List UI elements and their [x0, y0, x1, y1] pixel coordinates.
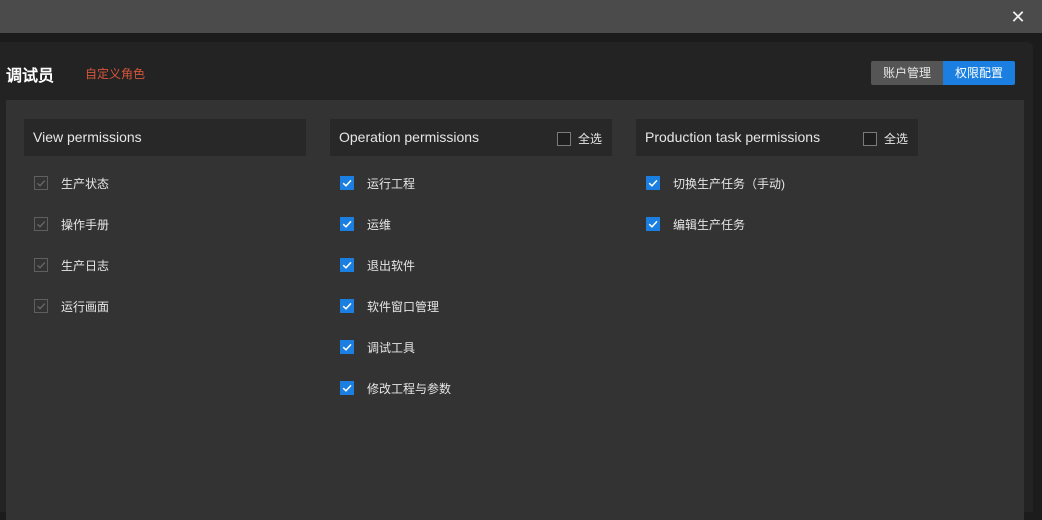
permissions-panel: View permissions 生产状态 操作手册 生产日志 运行画面 Ope…: [6, 100, 1024, 520]
permission-label: 生产日志: [61, 258, 110, 273]
select-all-checkbox[interactable]: 全选: [556, 130, 602, 147]
column-header: Production task permissions 全选: [636, 119, 918, 156]
check-icon: [342, 220, 352, 228]
checkbox-checked[interactable]: [646, 176, 660, 190]
permission-label: 操作手册: [61, 217, 110, 232]
permission-label: 运维: [367, 217, 392, 232]
column-title: Operation permissions: [339, 129, 480, 145]
select-all-label: 全选: [883, 132, 908, 146]
checkbox-unchecked[interactable]: [862, 131, 877, 146]
permission-item[interactable]: 生产日志: [34, 255, 306, 275]
permission-label: 编辑生产任务: [673, 217, 746, 232]
select-all-label: 全选: [577, 132, 602, 146]
column-title: Production task permissions: [645, 129, 821, 145]
checkbox-checked-disabled: [34, 176, 48, 190]
permission-item[interactable]: 软件窗口管理: [340, 296, 612, 316]
permission-label: 生产状态: [61, 176, 110, 191]
permission-label: 修改工程与参数: [367, 381, 452, 396]
tab-permission-config[interactable]: 权限配置: [943, 61, 1015, 85]
checkbox-checked-disabled: [34, 258, 48, 272]
select-all-checkbox[interactable]: 全选: [862, 130, 908, 147]
check-icon: [37, 303, 46, 310]
checkbox-checked[interactable]: [340, 340, 354, 354]
checkbox-checked[interactable]: [340, 176, 354, 190]
checkbox-checked[interactable]: [340, 299, 354, 313]
check-icon: [648, 220, 658, 228]
checkbox-unchecked[interactable]: [556, 131, 571, 146]
checkbox-checked[interactable]: [340, 217, 354, 231]
permission-label: 退出软件: [367, 258, 416, 273]
permission-list: 生产状态 操作手册 生产日志 运行画面: [24, 156, 306, 316]
role-card: 调试员 自定义角色 账户管理 权限配置 View permissions 生产状…: [0, 42, 1033, 520]
permission-item[interactable]: 退出软件: [340, 255, 612, 275]
check-icon: [37, 221, 46, 228]
permission-label: 切换生产任务（手动): [673, 176, 785, 191]
permission-item[interactable]: 调试工具: [340, 337, 612, 357]
checkbox-checked[interactable]: [646, 217, 660, 231]
permission-item[interactable]: 生产状态: [34, 173, 306, 193]
column-header: Operation permissions 全选: [330, 119, 612, 156]
operation-permissions-column: Operation permissions 全选 运行工程 运维 退出软件 软件…: [330, 119, 612, 398]
permission-item[interactable]: 编辑生产任务: [646, 214, 918, 234]
check-icon: [342, 384, 352, 392]
production-task-permissions-column: Production task permissions 全选 切换生产任务（手动…: [636, 119, 918, 234]
check-icon: [37, 180, 46, 187]
checkbox-checked-disabled: [34, 217, 48, 231]
check-icon: [342, 261, 352, 269]
column-header: View permissions: [24, 119, 306, 156]
check-icon: [342, 343, 352, 351]
permission-label: 运行画面: [61, 299, 110, 314]
role-name: 调试员: [6, 68, 55, 85]
permission-item[interactable]: 运维: [340, 214, 612, 234]
checkbox-checked-disabled: [34, 299, 48, 313]
permission-label: 软件窗口管理: [367, 299, 440, 314]
role-type-label: 自定义角色: [85, 67, 146, 81]
permission-item[interactable]: 运行画面: [34, 296, 306, 316]
permission-item[interactable]: 修改工程与参数: [340, 378, 612, 398]
permission-item[interactable]: 操作手册: [34, 214, 306, 234]
title-bar: ✕: [0, 0, 1042, 33]
permission-item[interactable]: 运行工程: [340, 173, 612, 193]
check-icon: [342, 302, 352, 310]
checkbox-checked[interactable]: [340, 258, 354, 272]
permission-list: 切换生产任务（手动) 编辑生产任务: [636, 156, 918, 234]
permission-label: 运行工程: [367, 176, 416, 191]
view-permissions-column: View permissions 生产状态 操作手册 生产日志 运行画面: [24, 119, 306, 316]
permission-item[interactable]: 切换生产任务（手动): [646, 173, 918, 193]
check-icon: [648, 179, 658, 187]
permission-list: 运行工程 运维 退出软件 软件窗口管理 调试工具 修改工程与参数: [330, 156, 612, 398]
check-icon: [342, 179, 352, 187]
tab-account-management[interactable]: 账户管理: [871, 61, 943, 85]
checkbox-checked[interactable]: [340, 381, 354, 395]
close-icon[interactable]: ✕: [1008, 7, 1028, 27]
column-title: View permissions: [33, 129, 142, 145]
check-icon: [37, 262, 46, 269]
permission-label: 调试工具: [367, 340, 416, 355]
tab-switcher: 账户管理 权限配置: [871, 61, 1015, 85]
